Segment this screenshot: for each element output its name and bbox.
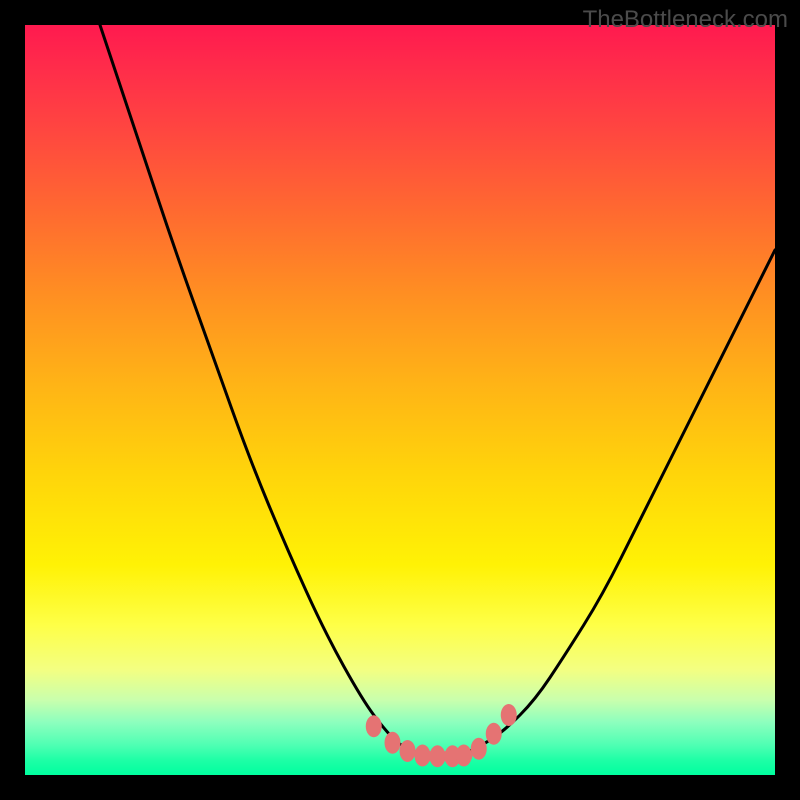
marker-dot [486,723,502,745]
marker-dot [385,732,401,754]
chart-frame [25,25,775,775]
marker-dot [400,740,416,762]
marker-dot [366,715,382,737]
bottom-markers [366,704,517,767]
marker-dot [430,745,446,767]
marker-dot [415,745,431,767]
chart-svg [25,25,775,775]
marker-dot [501,704,517,726]
watermark-text: TheBottleneck.com [583,6,788,34]
marker-dot [471,738,487,760]
curve-left [100,25,438,756]
curve-right [438,250,776,756]
marker-dot [456,745,472,767]
